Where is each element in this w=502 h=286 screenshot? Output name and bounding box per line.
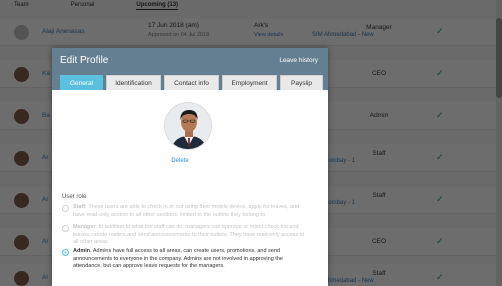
tab-upcoming[interactable]: Upcoming (13) bbox=[136, 0, 179, 10]
role-option-admin[interactable]: Admin. Admins have full access to all ar… bbox=[62, 248, 310, 271]
employee-name[interactable]: Ar bbox=[42, 154, 49, 161]
employee-name[interactable]: Alaji Anenasas bbox=[42, 28, 85, 35]
tab-employment[interactable]: Employment bbox=[222, 75, 277, 90]
role-option-manager[interactable]: Manager: In addition to what the staff c… bbox=[62, 224, 310, 247]
tab-contact-info[interactable]: Contact info bbox=[164, 75, 219, 90]
role-name: Staff bbox=[73, 204, 86, 210]
avatar bbox=[14, 235, 29, 250]
role-option-staff[interactable]: Staff: These users are able to check in … bbox=[62, 204, 310, 219]
role-desc: In addition to what the staff can do, ma… bbox=[73, 224, 305, 245]
check-icon: ✓ bbox=[436, 194, 444, 204]
check-icon: ✓ bbox=[436, 236, 444, 246]
profile-photo[interactable] bbox=[164, 102, 212, 150]
check-icon: ✓ bbox=[436, 272, 444, 282]
role-option-text: Manager: In addition to what the staff c… bbox=[73, 224, 305, 245]
check-icon: ✓ bbox=[436, 68, 444, 78]
modal-title: Edit Profile bbox=[60, 54, 109, 66]
role-desc: Admins have full access to all areas, ca… bbox=[73, 248, 283, 269]
role-name: Admin bbox=[73, 248, 91, 254]
office-link[interactable]: SIM Ahmedabad - New bbox=[312, 32, 374, 38]
tab-general[interactable]: General bbox=[60, 75, 103, 90]
profile-tabs: General Identification Contact info Empl… bbox=[52, 72, 328, 90]
admin-radio[interactable] bbox=[62, 248, 69, 256]
role-text: CEO bbox=[371, 238, 387, 245]
edit-profile-modal: Edit Profile Leave history General Ident… bbox=[52, 48, 328, 286]
role-name: Manager bbox=[73, 224, 96, 230]
avatar bbox=[14, 271, 29, 286]
view-details-link[interactable]: View details bbox=[254, 32, 283, 38]
avatar bbox=[14, 25, 29, 40]
role-text: Staff bbox=[372, 270, 386, 277]
leave-history-link[interactable]: Leave history bbox=[279, 57, 318, 64]
role-text: Manager bbox=[366, 24, 392, 31]
background-tabs: Team Personal Upcoming (13) bbox=[0, 0, 502, 10]
role-text: Staff bbox=[372, 192, 386, 199]
page-scrollbar[interactable] bbox=[496, 0, 502, 286]
leave-type: Ark's bbox=[254, 22, 269, 29]
employee-name[interactable]: Ar bbox=[42, 196, 49, 203]
avatar bbox=[14, 151, 29, 166]
employee-name[interactable]: Al bbox=[42, 274, 48, 281]
modal-header: Edit Profile Leave history bbox=[52, 48, 328, 72]
tab-team[interactable]: Team bbox=[14, 0, 29, 10]
user-avatar-icon bbox=[165, 103, 211, 149]
role-desc: These users are able to check in or out … bbox=[73, 204, 300, 218]
tab-personal[interactable]: Personal bbox=[71, 0, 95, 10]
tab-identification[interactable]: Identification bbox=[106, 75, 161, 90]
employee-name[interactable]: Ka bbox=[42, 70, 50, 77]
check-icon: ✓ bbox=[436, 110, 444, 120]
check-icon: ✓ bbox=[436, 152, 444, 162]
check-icon: ✓ bbox=[436, 26, 444, 36]
tab-payslip[interactable]: Payslip bbox=[280, 75, 323, 90]
delete-photo-link[interactable]: Delete bbox=[52, 158, 308, 164]
employee-name[interactable]: Ar bbox=[42, 238, 49, 245]
role-text: Admin bbox=[369, 112, 389, 119]
user-role-label: User role bbox=[62, 194, 87, 200]
leave-date: 17 Jun 2018 (am) bbox=[148, 22, 199, 29]
role-text: Staff bbox=[372, 150, 386, 157]
table-row[interactable]: Alaji Anenasas 17 Jun 2018 (am) Approved… bbox=[0, 18, 502, 46]
role-option-text: Staff: These users are able to check in … bbox=[73, 204, 300, 218]
employee-name[interactable]: Ba bbox=[42, 112, 50, 119]
avatar bbox=[14, 67, 29, 82]
avatar bbox=[14, 109, 29, 124]
approved-text: Approved on 04 Jul 2018 bbox=[148, 32, 210, 38]
role-text: CEO bbox=[371, 70, 387, 77]
modal-body: Delete User role Staff: These users are … bbox=[52, 90, 328, 286]
manager-radio[interactable] bbox=[62, 224, 69, 232]
avatar bbox=[14, 193, 29, 208]
staff-radio[interactable] bbox=[62, 204, 69, 212]
role-option-text: Admin. Admins have full access to all ar… bbox=[73, 248, 283, 269]
